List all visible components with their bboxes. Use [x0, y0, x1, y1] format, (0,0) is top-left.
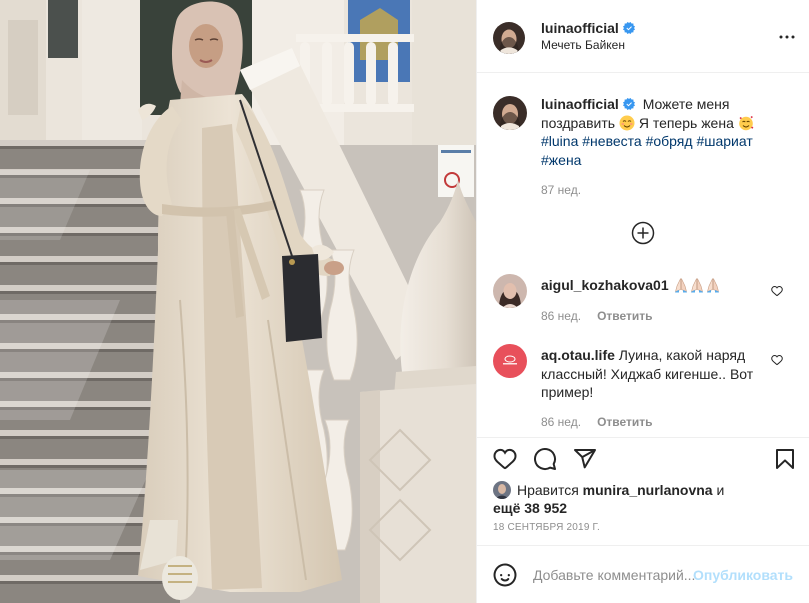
caption-username[interactable]: luinaofficial [541, 96, 619, 112]
header-divider [477, 72, 809, 73]
publish-button[interactable]: Опубликовать [693, 566, 793, 584]
smiling-face-with-smiling-eyes-emoji [619, 115, 635, 131]
likes-prefix: Нравится [517, 482, 579, 498]
hashtag-link[interactable]: #невеста [582, 133, 641, 149]
post-photo[interactable] [0, 0, 476, 603]
author-avatar[interactable] [493, 22, 525, 54]
commenter-avatar[interactable] [493, 274, 527, 308]
post-date[interactable]: 18 СЕНТЯБРЯ 2019 Г. [493, 522, 600, 534]
comment-text: aigul_kozhakova01 [541, 276, 769, 295]
commenter-avatar[interactable] [493, 344, 527, 378]
actions-divider [477, 437, 809, 438]
likes-connector: и [716, 482, 725, 498]
caption-author-avatar[interactable] [493, 96, 527, 130]
folded-hands-emoji [689, 277, 705, 293]
folded-hands-emoji [673, 277, 689, 293]
hashtag-link[interactable]: #жена [541, 152, 581, 168]
post-side-panel: luinaofficial Мечеть Байкен luinaofficia… [476, 0, 809, 603]
caption-text-part-2: Я теперь жена [638, 114, 734, 131]
comment-username[interactable]: aq.otau.life [541, 347, 615, 363]
instagram-post: luinaofficial Мечеть Байкен luinaofficia… [0, 0, 809, 603]
comment-meta: 86 нед. Ответить [541, 415, 653, 429]
comment-username[interactable]: aigul_kozhakova01 [541, 277, 669, 293]
post-location[interactable]: Мечеть Байкен [541, 38, 625, 53]
smiley-icon[interactable] [493, 563, 517, 587]
caption-time[interactable]: 87 нед. [541, 183, 581, 197]
author-username[interactable]: luinaofficial [541, 20, 619, 36]
liker-username[interactable]: munira_nurlanovna [583, 482, 713, 498]
comment-meta: 86 нед. Ответить [541, 309, 653, 323]
bookmark-icon[interactable] [773, 447, 797, 471]
likes-count[interactable]: ещё 38 952 [493, 500, 567, 516]
comment-box-divider [477, 545, 809, 546]
comment-icon[interactable] [533, 447, 557, 471]
paper-plane-icon[interactable] [573, 447, 597, 471]
comment-text: aq.otau.life Луина, какой наряд классный… [541, 346, 769, 402]
comment-time[interactable]: 86 нед. [541, 309, 581, 323]
heart-icon[interactable] [771, 354, 783, 366]
likes-summary: Нравится munira_nurlanovna и ещё 38 952 [493, 481, 743, 517]
hashtag-link[interactable]: #luina [541, 133, 578, 149]
verified-badge-icon [622, 98, 635, 110]
liker-avatar[interactable] [493, 481, 511, 499]
author-username-row: luinaofficial [541, 19, 639, 37]
smiling-face-with-hearts-emoji [738, 115, 754, 131]
comment-input[interactable] [533, 564, 701, 586]
more-options-icon[interactable] [775, 25, 799, 49]
post-photo-image [0, 0, 476, 603]
comment-time[interactable]: 86 нед. [541, 415, 581, 429]
caption-text: luinaofficial Можете меня поздравить Я т… [541, 95, 769, 169]
heart-icon[interactable] [493, 447, 517, 471]
plus-circle-icon[interactable] [631, 221, 655, 245]
reply-button[interactable]: Ответить [597, 415, 652, 429]
hashtag-link[interactable]: #шариат [696, 133, 752, 149]
reply-button[interactable]: Ответить [597, 309, 652, 323]
folded-hands-emoji [705, 277, 721, 293]
heart-icon[interactable] [771, 285, 783, 297]
verified-badge-icon [622, 22, 635, 34]
hashtag-link[interactable]: #обряд [646, 133, 693, 149]
